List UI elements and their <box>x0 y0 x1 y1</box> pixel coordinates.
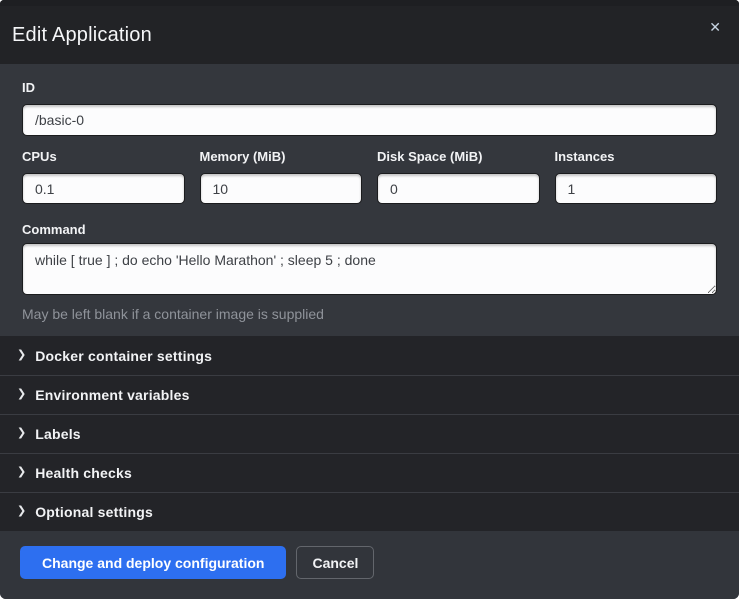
id-input[interactable] <box>22 104 717 136</box>
command-textarea[interactable]: while [ true ] ; do echo 'Hello Marathon… <box>22 243 717 295</box>
command-label: Command <box>22 222 717 237</box>
accordion-labels[interactable]: ❯ Labels <box>0 414 739 453</box>
chevron-right-icon: ❯ <box>17 506 26 517</box>
accordion-label: Health checks <box>35 465 132 481</box>
command-help-text: May be left blank if a container image i… <box>22 306 717 322</box>
accordion-label: Docker container settings <box>35 348 212 364</box>
chevron-right-icon: ❯ <box>17 467 26 478</box>
accordion-health-checks[interactable]: ❯ Health checks <box>0 453 739 492</box>
modal-footer: Change and deploy configuration Cancel <box>0 531 739 599</box>
instances-input[interactable] <box>555 173 718 204</box>
modal-header: Edit Application ✕ <box>0 0 739 64</box>
edit-application-modal: Edit Application ✕ ID CPUs Memory (MiB) … <box>0 0 739 599</box>
chevron-right-icon: ❯ <box>17 428 26 439</box>
accordion-optional-settings[interactable]: ❯ Optional settings <box>0 492 739 531</box>
memory-label: Memory (MiB) <box>200 149 363 164</box>
accordion-environment-variables[interactable]: ❯ Environment variables <box>0 375 739 414</box>
cpus-input[interactable] <box>22 173 185 204</box>
close-icon[interactable]: ✕ <box>705 16 725 38</box>
cpus-field-group: CPUs <box>22 149 185 204</box>
memory-field-group: Memory (MiB) <box>200 149 363 204</box>
chevron-right-icon: ❯ <box>17 389 26 400</box>
cpus-label: CPUs <box>22 149 185 164</box>
instances-field-group: Instances <box>555 149 718 204</box>
disk-space-label: Disk Space (MiB) <box>377 149 540 164</box>
disk-space-field-group: Disk Space (MiB) <box>377 149 540 204</box>
chevron-right-icon: ❯ <box>17 350 26 361</box>
accordion-docker-container-settings[interactable]: ❯ Docker container settings <box>0 336 739 375</box>
instances-label: Instances <box>555 149 718 164</box>
command-field-group: Command while [ true ] ; do echo 'Hello … <box>22 222 717 322</box>
change-and-deploy-button[interactable]: Change and deploy configuration <box>20 546 286 579</box>
accordion-label: Labels <box>35 426 81 442</box>
id-label: ID <box>22 80 717 95</box>
memory-input[interactable] <box>200 173 363 204</box>
resource-fields-row: CPUs Memory (MiB) Disk Space (MiB) Insta… <box>22 149 717 204</box>
id-field-group: ID <box>22 80 717 136</box>
disk-space-input[interactable] <box>377 173 540 204</box>
modal-title: Edit Application <box>12 24 152 47</box>
accordion-label: Environment variables <box>35 387 189 403</box>
modal-body: ID CPUs Memory (MiB) Disk Space (MiB) In… <box>0 64 739 336</box>
accordion-label: Optional settings <box>35 504 153 520</box>
cancel-button[interactable]: Cancel <box>296 546 374 579</box>
accordion: ❯ Docker container settings ❯ Environmen… <box>0 336 739 531</box>
